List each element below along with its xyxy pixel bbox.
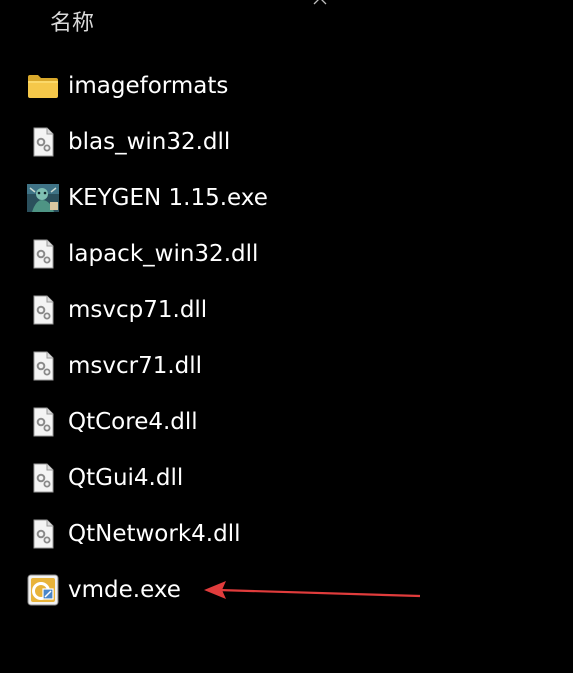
file-row-qtgui4-dll[interactable]: QtGui4.dll — [0, 450, 573, 506]
file-name: imageformats — [68, 73, 229, 99]
vmde-app-icon — [27, 574, 59, 606]
file-name: blas_win32.dll — [68, 129, 231, 155]
keygen-app-icon — [27, 184, 59, 212]
file-name: lapack_win32.dll — [68, 241, 259, 267]
dll-file-icon — [33, 239, 54, 269]
column-header-bar: 名称 — [0, 0, 573, 50]
file-name: msvcp71.dll — [68, 297, 208, 323]
file-row-lapack-win32-dll[interactable]: lapack_win32.dll — [0, 226, 573, 282]
file-list: imageformats blas_win32.dll KEYGEN 1.15.… — [0, 58, 573, 618]
file-row-qtnetwork4-dll[interactable]: QtNetwork4.dll — [0, 506, 573, 562]
file-name: KEYGEN 1.15.exe — [68, 185, 268, 211]
file-explorer-list: 名称 imageformats blas_win32.dll KEYGEN 1.… — [0, 0, 573, 673]
dll-file-icon — [33, 463, 54, 493]
folder-icon — [28, 75, 58, 98]
chevron-up-icon[interactable] — [312, 0, 328, 6]
dll-file-icon — [33, 407, 54, 437]
file-name: QtGui4.dll — [68, 465, 184, 491]
file-row-imageformats[interactable]: imageformats — [0, 58, 573, 114]
column-header-name[interactable]: 名称 — [50, 9, 94, 39]
file-row-keygen-exe[interactable]: KEYGEN 1.15.exe — [0, 170, 573, 226]
file-row-blas-win32-dll[interactable]: blas_win32.dll — [0, 114, 573, 170]
file-name: msvcr71.dll — [68, 353, 203, 379]
file-row-qtcore4-dll[interactable]: QtCore4.dll — [0, 394, 573, 450]
dll-file-icon — [33, 519, 54, 549]
file-row-msvcr71-dll[interactable]: msvcr71.dll — [0, 338, 573, 394]
dll-file-icon — [33, 127, 54, 157]
dll-file-icon — [33, 295, 54, 325]
dll-file-icon — [33, 351, 54, 381]
file-name: vmde.exe — [68, 577, 181, 603]
file-name: QtCore4.dll — [68, 409, 198, 435]
red-arrow-annotation — [204, 581, 421, 599]
file-name: QtNetwork4.dll — [68, 521, 241, 547]
file-row-msvcp71-dll[interactable]: msvcp71.dll — [0, 282, 573, 338]
